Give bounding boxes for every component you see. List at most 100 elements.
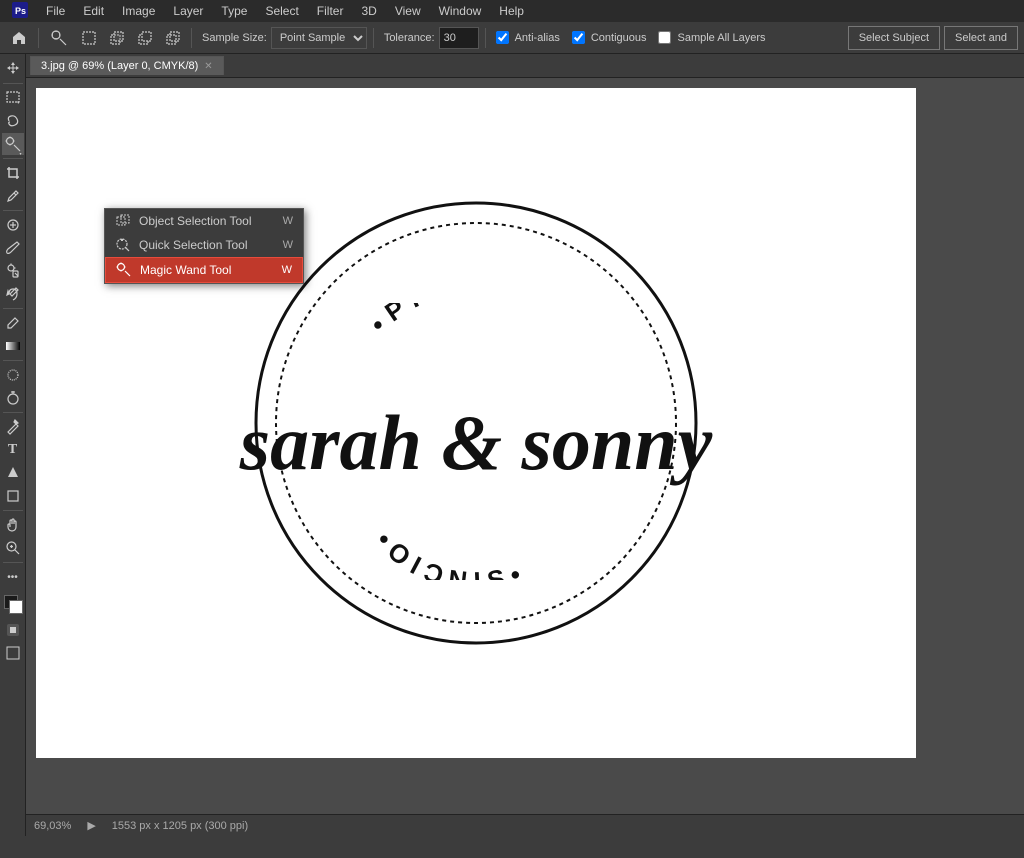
mode-buttons — [3, 620, 23, 640]
brush-tool[interactable] — [2, 237, 24, 259]
flyout-wand-label: Magic Wand Tool — [140, 263, 231, 277]
flyout-quick-label: Quick Selection Tool — [139, 238, 248, 252]
canvas-scroll[interactable]: •PHOTO• sarah & sonny •OIƆNIS• — [26, 78, 1024, 814]
sep3 — [373, 28, 374, 48]
studio-text: •OIƆNIS• — [326, 500, 626, 583]
sep4 — [485, 28, 486, 48]
tab-title: 3.jpg @ 69% (Layer 0, CMYK/8) — [41, 60, 198, 72]
photo-text: •PHOTO• — [326, 303, 626, 386]
sample-size-label: Sample Size: — [202, 32, 267, 44]
sep2 — [191, 28, 192, 48]
menu-select[interactable]: Select — [257, 2, 306, 20]
svg-text:•PHOTO•: •PHOTO• — [364, 303, 543, 339]
menu-image[interactable]: Image — [114, 2, 163, 20]
history-brush-tool[interactable] — [2, 283, 24, 305]
text-tool[interactable]: T — [2, 439, 24, 461]
nav-arrow[interactable]: ▶ — [87, 819, 95, 832]
subtract-selection-button[interactable] — [133, 26, 157, 50]
menu-layer[interactable]: Layer — [165, 2, 211, 20]
tool-icon-button[interactable] — [45, 26, 73, 50]
document-tab[interactable]: 3.jpg @ 69% (Layer 0, CMYK/8) ✕ — [30, 56, 224, 75]
zoom-level: 69,03% — [34, 820, 71, 832]
lasso-tool[interactable] — [2, 110, 24, 132]
tab-bar: 3.jpg @ 69% (Layer 0, CMYK/8) ✕ — [26, 54, 1024, 78]
blur-tool[interactable] — [2, 364, 24, 386]
add-selection-button[interactable] — [105, 26, 129, 50]
svg-text:▾: ▾ — [17, 100, 20, 106]
document-dimensions: 1553 px x 1205 px (300 ppi) — [112, 820, 248, 832]
menu-edit[interactable]: Edit — [75, 2, 112, 20]
contiguous-label[interactable]: Contiguous — [572, 31, 647, 44]
color-selector[interactable] — [2, 593, 24, 615]
options-toolbar: Sample Size: Point Sample Tolerance: Ant… — [0, 22, 1024, 54]
eyedropper-tool[interactable] — [2, 185, 24, 207]
menu-bar: Ps File Edit Image Layer Type Select Fil… — [0, 0, 1024, 22]
sep1 — [38, 28, 39, 48]
contiguous-checkbox[interactable] — [572, 31, 585, 44]
tolerance-label: Tolerance: — [384, 32, 435, 44]
tool-sep-7 — [3, 510, 23, 511]
marquee-tool[interactable]: ▾ — [2, 87, 24, 109]
flyout-object-shortcut: W — [283, 215, 293, 227]
extra-tools[interactable]: ••• — [2, 566, 24, 588]
pen-tool[interactable] — [2, 416, 24, 438]
tolerance-input[interactable] — [439, 27, 479, 49]
canvas-area: 3.jpg @ 69% (Layer 0, CMYK/8) ✕ — [26, 54, 1024, 836]
gradient-tool[interactable] — [2, 335, 24, 357]
screen-mode-button[interactable] — [3, 643, 23, 663]
new-selection-button[interactable] — [77, 26, 101, 50]
menu-window[interactable]: Window — [431, 2, 490, 20]
flyout-quick-shortcut: W — [283, 239, 293, 251]
menu-3d[interactable]: 3D — [353, 2, 384, 20]
select-and-button[interactable]: Select and — [944, 26, 1018, 50]
move-tool[interactable] — [2, 58, 24, 80]
eraser-tool[interactable] — [2, 312, 24, 334]
flyout-magic-wand[interactable]: Magic Wand Tool W — [105, 257, 303, 283]
flyout-wand-shortcut: W — [282, 264, 292, 276]
tool-sep-1 — [3, 83, 23, 84]
menu-filter[interactable]: Filter — [309, 2, 352, 20]
tool-sep-5 — [3, 360, 23, 361]
magic-wand-tool[interactable]: ▾ — [2, 133, 24, 155]
sample-size-select[interactable]: Point Sample — [271, 27, 367, 49]
tool-sep-3 — [3, 210, 23, 211]
home-button[interactable] — [6, 26, 32, 50]
shape-tool[interactable] — [2, 485, 24, 507]
main-area: ▾ ▾ — [0, 54, 1024, 836]
hand-tool[interactable] — [2, 514, 24, 536]
zoom-tool[interactable] — [2, 537, 24, 559]
svg-text:•OIƆNIS•: •OIƆNIS• — [370, 525, 532, 580]
background-color[interactable] — [9, 600, 23, 614]
tab-close-button[interactable]: ✕ — [204, 61, 212, 72]
main-text: sarah & sonny — [240, 404, 713, 482]
intersect-selection-button[interactable] — [161, 26, 185, 50]
menu-help[interactable]: Help — [491, 2, 532, 20]
edit-in-quick-mask[interactable] — [3, 620, 23, 640]
canvas: •PHOTO• sarah & sonny •OIƆNIS• — [36, 88, 916, 758]
sample-all-layers-label[interactable]: Sample All Layers — [658, 31, 765, 44]
tool-sep-2 — [3, 158, 23, 159]
menu-type[interactable]: Type — [213, 2, 255, 20]
tool-sep-6 — [3, 412, 23, 413]
status-bar: 69,03% ▶ 1553 px x 1205 px (300 ppi) — [26, 814, 1024, 836]
menu-view[interactable]: View — [387, 2, 429, 20]
menu-file[interactable]: File — [38, 2, 73, 20]
select-subject-button[interactable]: Select Subject — [848, 26, 940, 50]
dodge-tool[interactable] — [2, 387, 24, 409]
anti-alias-checkbox[interactable] — [496, 31, 509, 44]
svg-text:Ps: Ps — [15, 6, 26, 16]
path-select-tool[interactable] — [2, 462, 24, 484]
clone-stamp-tool[interactable] — [2, 260, 24, 282]
flyout-quick-selection[interactable]: Quick Selection Tool W — [105, 233, 303, 257]
screen-mode-buttons — [3, 643, 23, 663]
crop-tool[interactable] — [2, 162, 24, 184]
tool-flyout-menu: Object Selection Tool W Quick Selection … — [104, 208, 304, 284]
anti-alias-label[interactable]: Anti-alias — [496, 31, 560, 44]
sample-all-layers-checkbox[interactable] — [658, 31, 671, 44]
ps-logo[interactable]: Ps — [4, 0, 36, 23]
tool-sep-4 — [3, 308, 23, 309]
toolbox: ▾ ▾ — [0, 54, 26, 836]
tool-sep-8 — [3, 562, 23, 563]
flyout-object-selection[interactable]: Object Selection Tool W — [105, 209, 303, 233]
heal-tool[interactable] — [2, 214, 24, 236]
